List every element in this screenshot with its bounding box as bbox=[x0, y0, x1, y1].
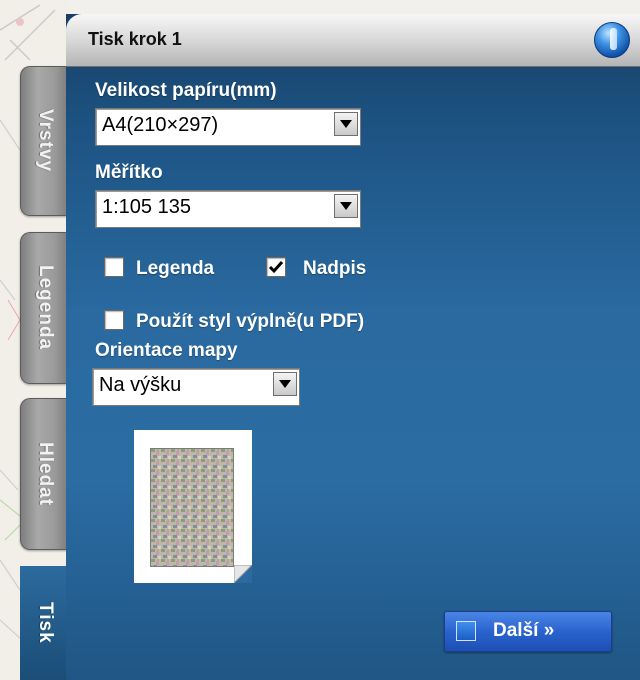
paper-size-select[interactable]: A4(210×297) bbox=[95, 108, 361, 146]
map-thumbnail-image bbox=[150, 448, 234, 567]
tab-hledat[interactable]: Hledat bbox=[20, 398, 69, 550]
orientation-value: Na výšku bbox=[99, 374, 182, 396]
page-preview bbox=[134, 430, 252, 583]
orientation-label: Orientace mapy bbox=[95, 340, 238, 361]
chevron-down-icon[interactable] bbox=[334, 194, 358, 218]
panel-titlebar: Tisk krok 1 bbox=[66, 14, 640, 67]
tab-vrstvy-label: Vrstvy bbox=[35, 109, 56, 173]
minimize-orb-icon[interactable] bbox=[594, 22, 630, 58]
chevron-down-icon[interactable] bbox=[273, 372, 297, 396]
paper-size-label: Velikost papíru(mm) bbox=[95, 80, 277, 101]
tab-vrstvy[interactable]: Vrstvy bbox=[20, 66, 69, 216]
next-square-icon bbox=[456, 621, 476, 641]
chevron-down-icon[interactable] bbox=[334, 112, 358, 136]
scale-label: Měřítko bbox=[95, 162, 163, 183]
tab-tisk-label: Tisk bbox=[35, 602, 56, 644]
next-button[interactable]: Další » bbox=[444, 611, 612, 652]
caption-checkbox-label: Nadpis bbox=[303, 258, 367, 279]
fill-style-checkbox[interactable] bbox=[104, 310, 124, 330]
page-fold-icon bbox=[234, 565, 252, 583]
checkmark-icon bbox=[268, 261, 284, 274]
tab-hledat-label: Hledat bbox=[35, 441, 56, 507]
tab-tisk[interactable]: Tisk bbox=[20, 566, 70, 680]
caption-checkbox[interactable] bbox=[266, 257, 286, 277]
paper-size-value: A4(210×297) bbox=[102, 114, 219, 136]
next-button-label: Další » bbox=[493, 620, 555, 641]
orientation-select[interactable]: Na výšku bbox=[92, 368, 300, 406]
tab-legenda-label: Legenda bbox=[35, 265, 56, 351]
tab-legenda[interactable]: Legenda bbox=[20, 232, 69, 384]
scale-value: 1:105 135 bbox=[102, 196, 191, 218]
fill-style-checkbox-label: Použít styl výplně(u PDF) bbox=[136, 311, 365, 332]
panel-title: Tisk krok 1 bbox=[88, 29, 182, 49]
legend-checkbox-label: Legenda bbox=[136, 258, 215, 279]
legend-checkbox[interactable] bbox=[104, 257, 124, 277]
scale-select[interactable]: 1:105 135 bbox=[95, 190, 361, 228]
